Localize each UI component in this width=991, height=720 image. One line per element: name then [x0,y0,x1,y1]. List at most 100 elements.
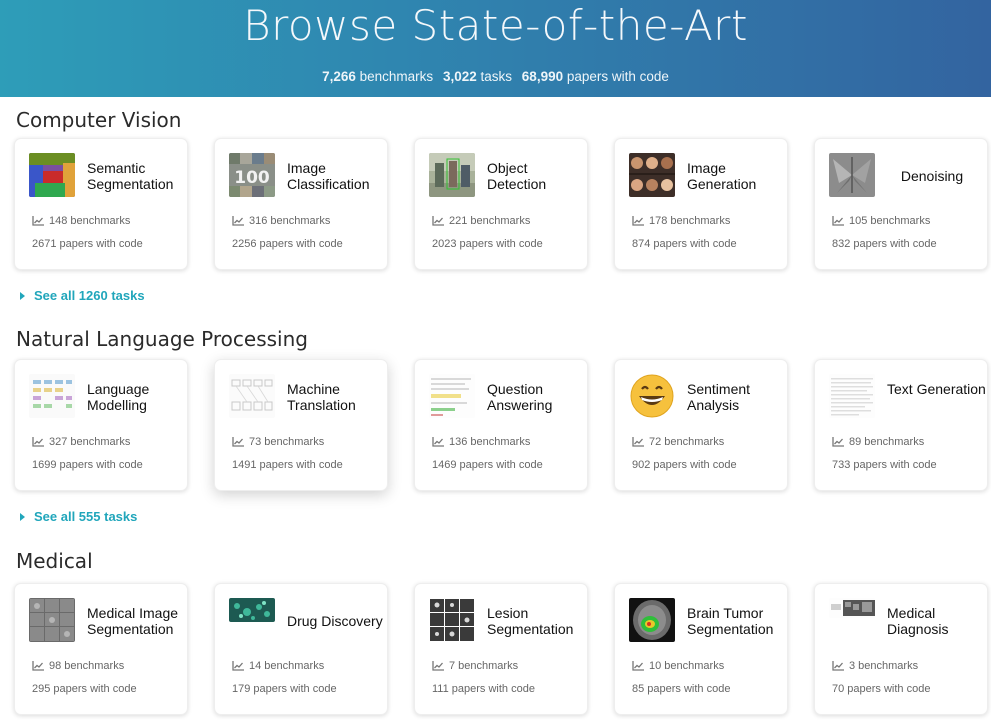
task-card-question-answering[interactable]: Question Answering 136 benchmarks 1469 p… [414,359,588,491]
task-name: Medical Image Segmentation [87,605,179,637]
task-card-sentiment-analysis[interactable]: Sentiment Analysis 72 benchmarks 902 pap… [614,359,788,491]
task-name: Drug Discovery [287,613,383,629]
task-card-medical-diagnosis[interactable]: Medical Diagnosis 3 benchmarks 70 papers… [814,583,988,715]
benchmarks-label: 7 benchmarks [449,660,519,672]
benchmarks-count: 136 benchmarks [432,436,530,448]
hero-banner: Browse State-of-the-Art 7,266 benchmarks… [0,0,991,97]
benchmarks-label: 105 benchmarks [849,215,931,227]
benchmarks-count: 7 benchmarks [432,660,518,672]
papers-count: 2256 papers with code [232,238,343,250]
task-card-brain-tumor-segmentation[interactable]: Brain Tumor Segmentation 10 benchmarks 8… [614,583,788,715]
papers-count: 1491 papers with code [232,459,343,471]
tasks-count: 3,022 [442,69,477,84]
chart-line-icon [832,437,844,447]
see-all-nlp-link[interactable]: See all 555 tasks [20,509,137,524]
benchmarks-stat: 7,266 benchmarks [322,69,433,84]
papers-stat-label: papers with code [566,69,669,84]
benchmarks-count: 221 benchmarks [432,215,530,227]
task-name: Machine Translation [287,381,356,413]
brain-tumor-segmentation-thumbnail [629,598,675,642]
task-card-object-detection[interactable]: Object Detection 221 benchmarks 2023 pap… [414,138,588,270]
machine-translation-thumbnail [229,374,275,418]
task-name: Image Classification [287,160,370,192]
see-all-computer-vision-link[interactable]: See all 1260 tasks [20,288,145,303]
papers-count: 85 papers with code [632,683,731,695]
benchmarks-label: 98 benchmarks [49,660,125,672]
benchmarks-count: 327 benchmarks [32,436,130,448]
medical-image-segmentation-thumbnail [29,598,75,642]
chart-line-icon [832,661,844,671]
drug-discovery-thumbnail [229,598,275,622]
papers-count: 1699 papers with code [32,459,143,471]
papers-count: 733 papers with code [832,459,937,471]
task-card-language-modelling[interactable]: Language Modelling 327 benchmarks 1699 p… [14,359,188,491]
task-name: Semantic Segmentation [87,160,174,192]
papers-count: 902 papers with code [632,459,737,471]
benchmarks-count: 98 benchmarks [32,660,124,672]
tasks-stat-label: tasks [480,69,513,84]
chart-line-icon [32,661,44,671]
benchmarks-count: 14 benchmarks [232,660,324,672]
tasks-stat: 3,022 tasks [443,69,512,84]
task-card-image-classification[interactable]: 100 Image Classification 316 benchmarks … [214,138,388,270]
task-name: Medical Diagnosis [887,605,949,637]
task-card-image-generation[interactable]: Image Generation 178 benchmarks 874 pape… [614,138,788,270]
benchmarks-count: 178 benchmarks [632,215,730,227]
task-card-semantic-segmentation[interactable]: Semantic Segmentation 148 benchmarks 267… [14,138,188,270]
smiley-face-icon [629,374,675,418]
benchmarks-label: 148 benchmarks [49,215,131,227]
task-card-text-generation[interactable]: Text Generation 89 benchmarks 733 papers… [814,359,988,491]
papers-count: 70 papers with code [832,683,931,695]
benchmarks-count: 72 benchmarks [632,436,724,448]
section-title-computer-vision: Computer Vision [16,108,182,132]
semantic-segmentation-thumbnail [29,153,75,197]
see-all-label: See all 555 tasks [34,509,138,524]
benchmarks-label: 316 benchmarks [249,215,331,227]
benchmarks-count: 7,266 [322,69,356,84]
benchmarks-count: 10 benchmarks [632,660,724,672]
task-card-machine-translation[interactable]: Machine Translation 73 benchmarks 1491 p… [214,359,388,491]
task-card-drug-discovery[interactable]: Drug Discovery 14 benchmarks 179 papers … [214,583,388,715]
task-card-denoising[interactable]: Denoising 105 benchmarks 832 papers with… [814,138,988,270]
benchmarks-label: 136 benchmarks [449,436,531,448]
chart-line-icon [232,216,244,226]
chart-line-icon [632,661,644,671]
benchmarks-count: 73 benchmarks [232,436,324,448]
papers-count: 1469 papers with code [432,459,543,471]
language-modelling-thumbnail [29,374,75,418]
caret-right-icon [20,291,25,300]
text-generation-thumbnail [829,374,875,418]
benchmarks-count: 148 benchmarks [32,215,130,227]
chart-line-icon [832,216,844,226]
benchmarks-count: 89 benchmarks [832,436,924,448]
benchmarks-count: 316 benchmarks [232,215,330,227]
caret-right-icon [20,512,25,521]
papers-count: 68,990 [521,69,564,84]
medical-diagnosis-thumbnail [829,598,875,618]
chart-line-icon [632,216,644,226]
task-name: Language Modelling [87,381,150,413]
papers-count: 2671 papers with code [32,238,143,250]
page-title: Browse State-of-the-Art [243,1,748,50]
papers-count: 874 papers with code [632,238,737,250]
task-name: Sentiment Analysis [687,381,751,413]
see-all-label: See all 1260 tasks [34,288,145,303]
papers-stat: 68,990 papers with code [522,69,669,84]
benchmarks-stat-label: benchmarks [359,69,434,84]
task-name: Brain Tumor Segmentation [687,605,774,637]
hero-stats: 7,266 benchmarks 3,022 tasks 68,990 pape… [0,68,991,86]
denoising-thumbnail [829,153,875,197]
benchmarks-label: 10 benchmarks [649,660,725,672]
task-card-lesion-segmentation[interactable]: Lesion Segmentation 7 benchmarks 111 pap… [414,583,588,715]
task-card-medical-image-segmentation[interactable]: Medical Image Segmentation 98 benchmarks… [14,583,188,715]
chart-line-icon [32,437,44,447]
benchmarks-label: 72 benchmarks [649,436,725,448]
chart-line-icon [632,437,644,447]
papers-count: 179 papers with code [232,683,337,695]
chart-line-icon [432,216,444,226]
benchmarks-label: 178 benchmarks [649,215,731,227]
benchmarks-label: 3 benchmarks [849,660,919,672]
section-title-nlp: Natural Language Processing [16,327,308,351]
benchmarks-count: 105 benchmarks [832,215,930,227]
papers-count: 295 papers with code [32,683,137,695]
